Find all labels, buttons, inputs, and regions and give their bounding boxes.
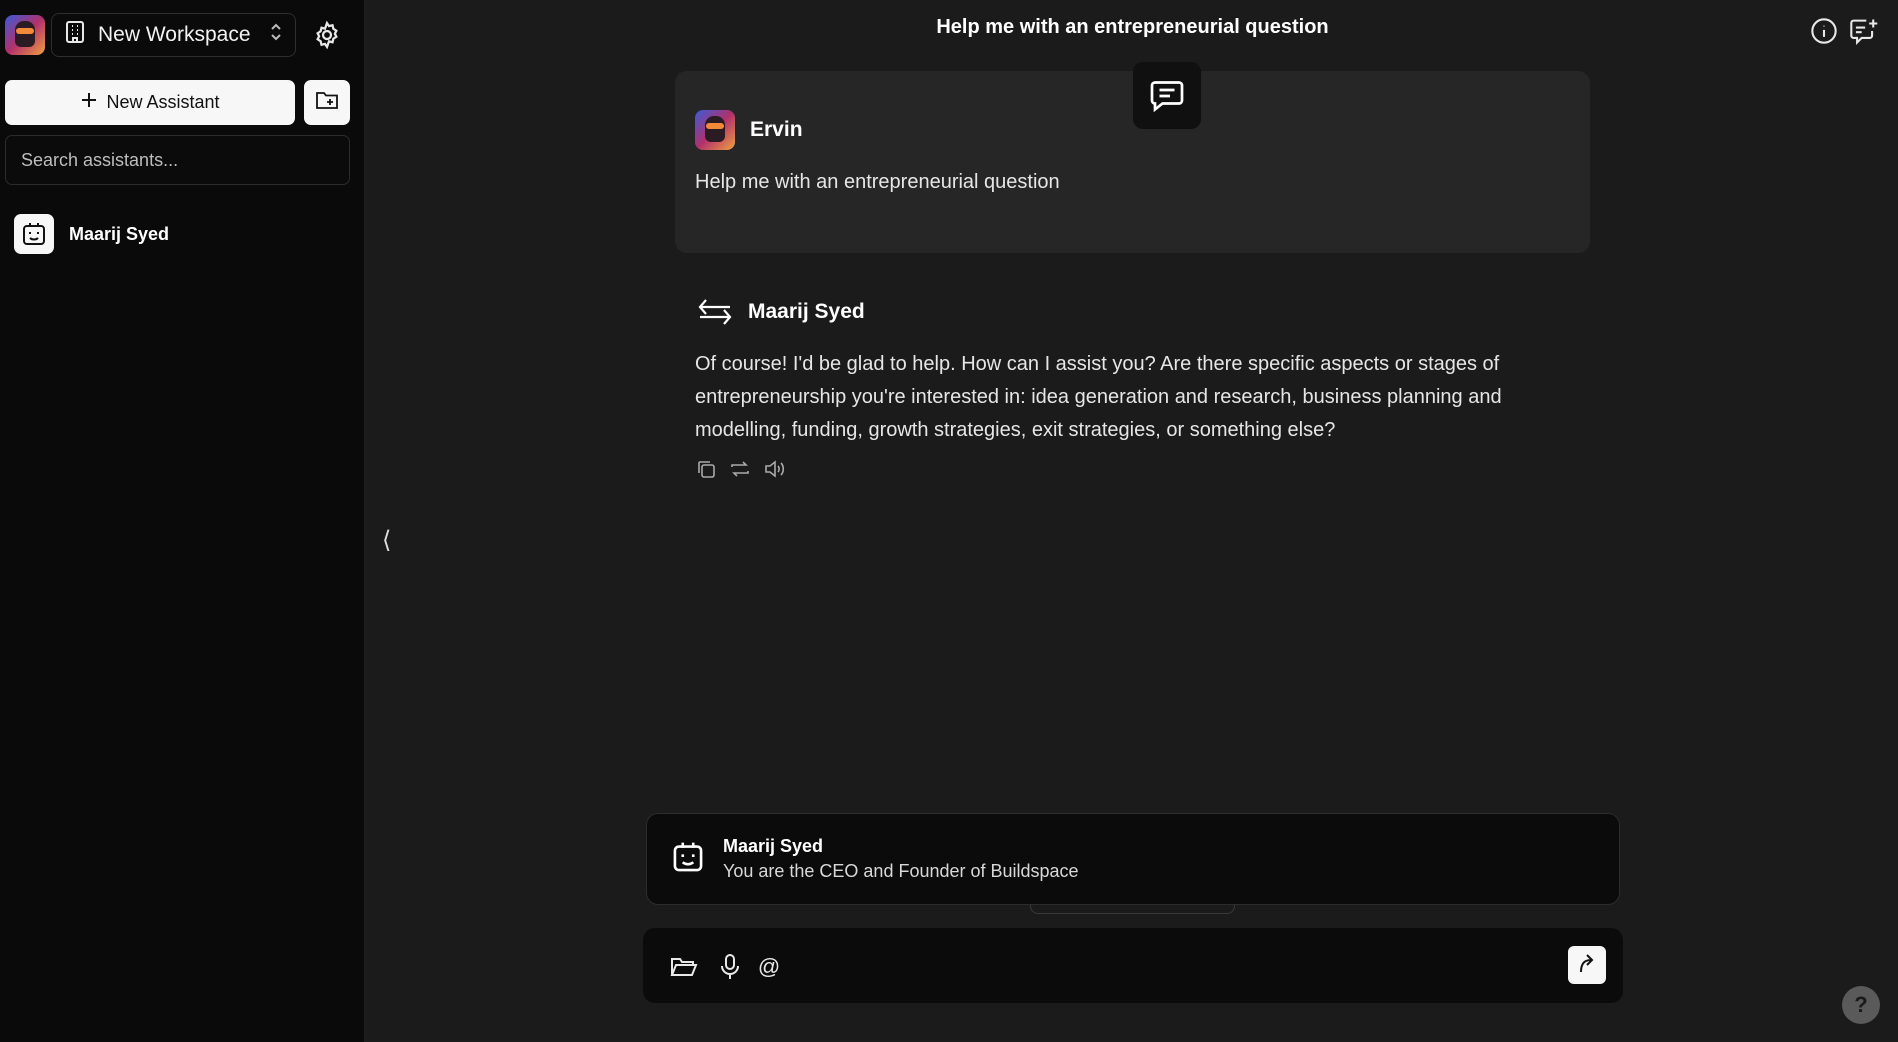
help-button[interactable]: ? [1842,986,1880,1024]
workspace-select[interactable]: New Workspace [51,13,296,57]
new-assistant-button[interactable]: New Assistant [5,80,295,125]
profile-avatar[interactable] [5,15,45,55]
copy-icon[interactable] [695,458,717,480]
user-name: Ervin [750,118,803,141]
assistant-name: Maarij Syed [748,300,865,323]
collapse-sidebar-icon[interactable]: ⟨ [382,526,391,555]
assistant-name: Maarij Syed [69,223,170,244]
assistant-message-text: Of course! I'd be glad to help. How can … [695,353,1502,441]
workspace-name: New Workspace [98,23,251,46]
new-folder-button[interactable] [304,80,350,125]
send-arrow-icon [1577,952,1597,979]
robot-face-icon [671,839,705,880]
info-icon[interactable] [1809,16,1839,46]
new-assistant-label: New Assistant [106,92,220,112]
sidebar: New Workspace New Assistant Maarij Syed [0,0,365,1042]
folder-open-icon[interactable] [670,953,698,981]
speaker-icon[interactable] [763,458,785,480]
assistant-message-header: Maarij Syed [697,294,865,330]
sidebar-item-maarij-syed[interactable]: Maarij Syed [14,214,169,254]
user-message-text: Help me with an entrepreneurial question [695,171,1060,193]
regenerate-icon[interactable] [729,458,751,480]
mention-icon[interactable]: @ [755,953,783,981]
chat-message-icon[interactable] [1133,62,1201,129]
workspace-row: New Workspace [5,12,350,58]
settings-gear-icon[interactable] [310,18,344,52]
message-composer[interactable]: @ [643,928,1623,1003]
folder-plus-icon [315,89,339,116]
assistant-banner[interactable]: Maarij Syed You are the CEO and Founder … [646,813,1620,905]
user-avatar [695,110,735,150]
send-button[interactable] [1568,946,1606,984]
arrows-exchange-icon [697,294,733,330]
user-message-header: Ervin [695,110,803,150]
message-actions [695,458,785,480]
page-title: Help me with an entrepreneurial question [936,16,1329,38]
chevron-updown-icon [269,22,283,48]
new-chat-icon[interactable] [1849,16,1879,46]
banner-assistant-description: You are the CEO and Founder of Buildspac… [723,861,1079,881]
robot-face-icon [14,214,54,254]
banner-assistant-name: Maarij Syed [723,836,824,856]
microphone-icon[interactable] [716,953,744,981]
plus-icon [80,91,98,114]
building-icon [64,20,86,50]
search-assistants-input[interactable] [5,135,350,185]
